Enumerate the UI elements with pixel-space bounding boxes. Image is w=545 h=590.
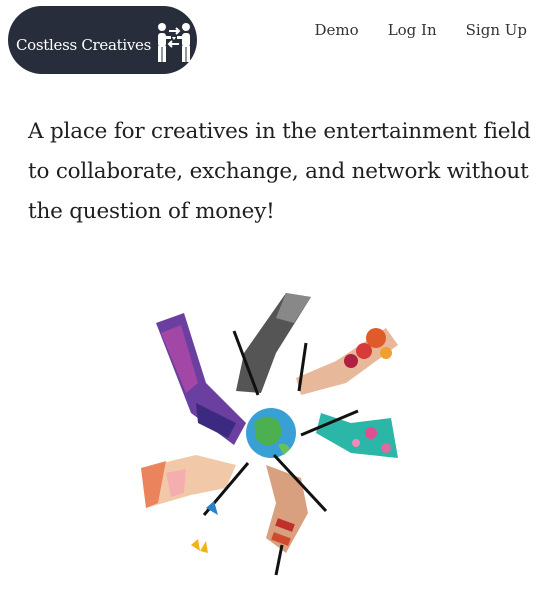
- hero-headline: A place for creatives in the entertainme…: [28, 119, 531, 224]
- brand-logo[interactable]: Costless Creatives: [8, 6, 197, 74]
- two-people-exchange-icon: [158, 23, 190, 62]
- brand-name: Costless Creatives: [16, 36, 152, 54]
- hero-illustration: [141, 293, 398, 576]
- nav-login-link[interactable]: Log In: [388, 21, 437, 39]
- top-nav: Demo Log In Sign Up: [315, 21, 527, 39]
- nav-demo-link[interactable]: Demo: [315, 21, 359, 39]
- nav-signup-link[interactable]: Sign Up: [466, 21, 527, 39]
